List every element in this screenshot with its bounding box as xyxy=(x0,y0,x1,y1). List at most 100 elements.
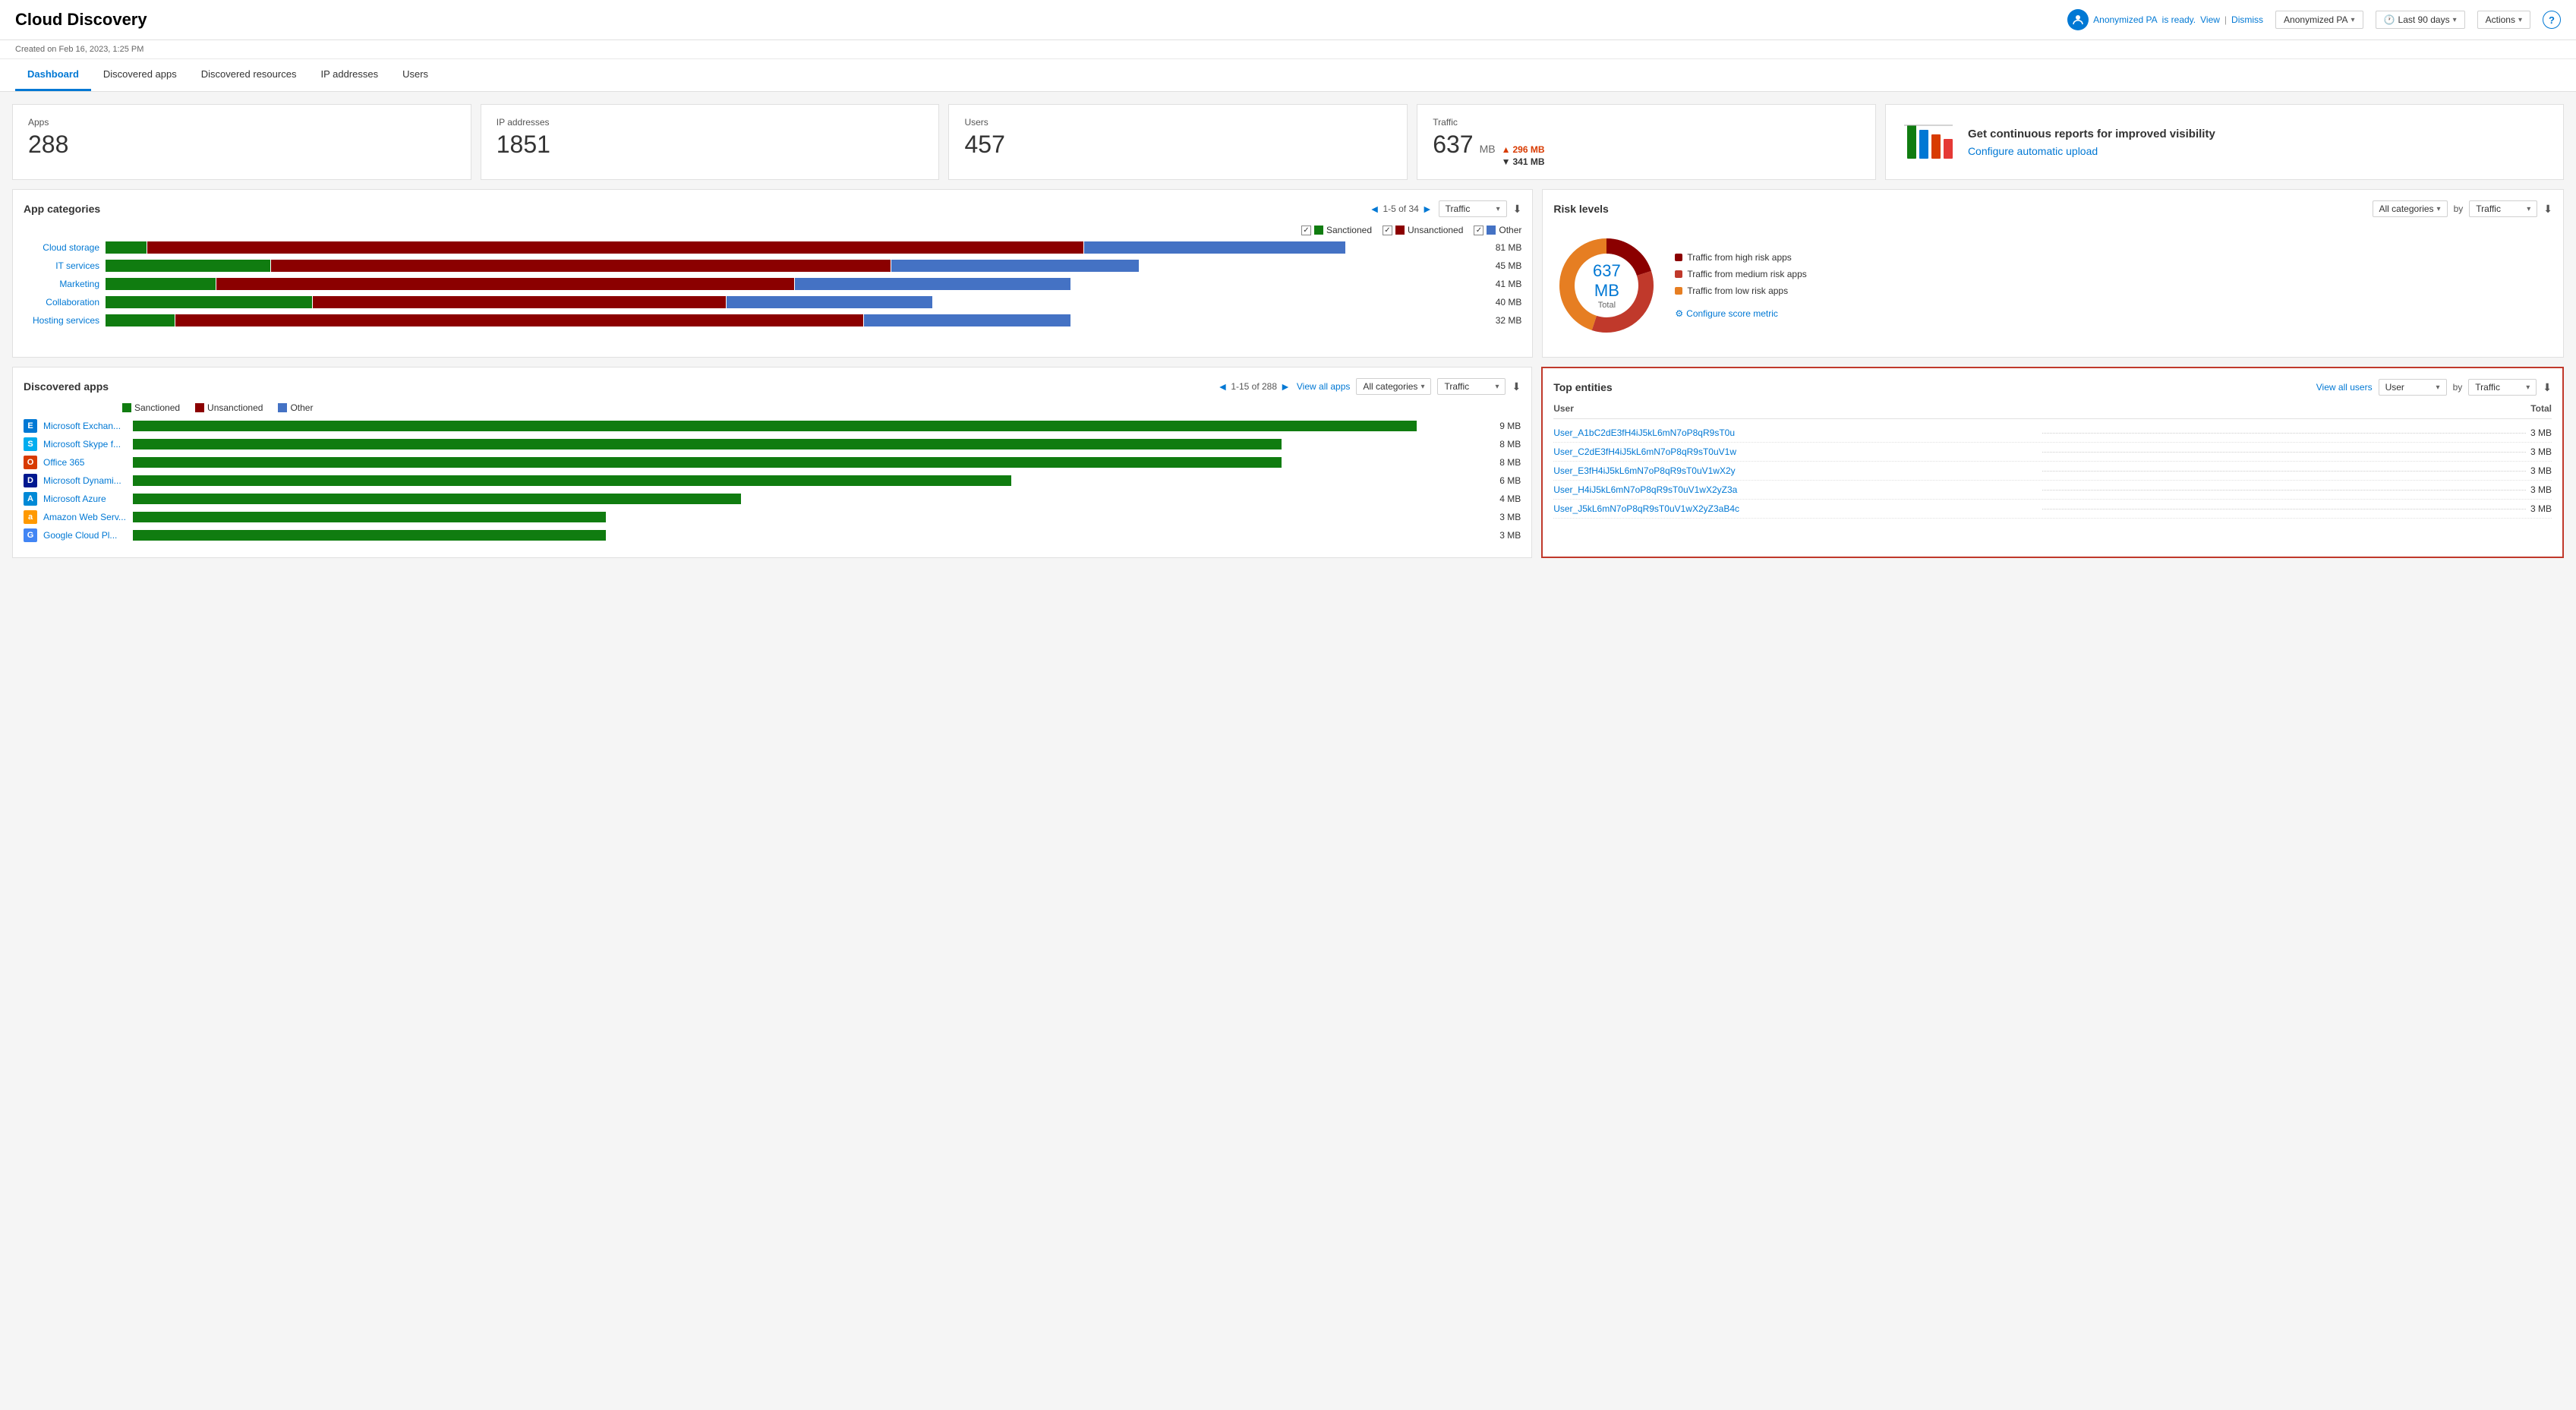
app-icon-6: G xyxy=(24,528,37,542)
legend-unsanctioned: ✓ Unsanctioned xyxy=(1383,225,1463,235)
donut-center: 637 MB Total xyxy=(1580,261,1633,310)
sanctioned-checkbox[interactable]: ✓ xyxy=(1301,226,1311,235)
app-bar-6 xyxy=(133,530,1484,541)
entity-value-3: 3 MB xyxy=(2530,484,2552,495)
app-name-6[interactable]: Google Cloud Pl... xyxy=(43,530,127,541)
da-metric-dropdown[interactable]: Traffic ▾ xyxy=(1437,378,1506,395)
notification-badge: Anonymized PA is ready. View | Dismiss xyxy=(2067,9,2263,30)
discovered-apps-panel: Discovered apps ◄ 1-15 of 288 ► View all… xyxy=(12,367,1532,558)
app-cat-label-3[interactable]: Collaboration xyxy=(24,297,99,308)
app-name-5[interactable]: Amazon Web Serv... xyxy=(43,512,127,522)
app-categories-download-icon[interactable]: ⬇ xyxy=(1513,203,1522,216)
app-cat-label-4[interactable]: Hosting services xyxy=(24,315,99,326)
bar-container-0 xyxy=(106,241,1481,254)
other-checkmark: ✓ xyxy=(1476,226,1482,235)
entity-value-2: 3 MB xyxy=(2530,465,2552,476)
prev-page-icon[interactable]: ◄ xyxy=(1370,203,1380,215)
entity-name-2[interactable]: User_E3fH4iJ5kL6mN7oP8qR9sT0uV1wX2y xyxy=(1553,465,2037,476)
entity-dots-3 xyxy=(2042,490,2526,491)
stat-card-ip: IP addresses 1851 xyxy=(481,104,940,180)
entity-name-4[interactable]: User_J5kL6mN7oP8qR9sT0uV1wX2yZ3aB4c xyxy=(1553,503,2037,514)
sanctioned-color xyxy=(1314,226,1323,235)
notification-view-link[interactable]: View xyxy=(2200,14,2220,25)
configure-upload-link[interactable]: Configure automatic upload xyxy=(1968,145,2215,157)
risk-low-label: Traffic from low risk apps xyxy=(1687,285,1788,296)
app-name-0[interactable]: Microsoft Exchan... xyxy=(43,421,127,431)
top-entities-title: Top entities xyxy=(1553,381,1613,393)
configure-score-link[interactable]: ⚙ Configure score metric xyxy=(1675,308,1806,319)
app-row-4: AMicrosoft Azure4 MB xyxy=(24,492,1521,506)
risk-low-item: Traffic from low risk apps xyxy=(1675,285,1806,296)
notification-report: Anonymized PA xyxy=(2093,14,2158,25)
app-name-2[interactable]: Office 365 xyxy=(43,457,127,468)
risk-category-dropdown[interactable]: All categories ▾ xyxy=(2373,200,2448,217)
unsanctioned-checkbox[interactable]: ✓ xyxy=(1383,226,1392,235)
entity-value-1: 3 MB xyxy=(2530,446,2552,457)
risk-high-item: Traffic from high risk apps xyxy=(1675,252,1806,263)
notification-dismiss-link[interactable]: Dismiss xyxy=(2231,14,2263,25)
da-next-icon[interactable]: ► xyxy=(1280,380,1291,393)
tab-discovered-apps[interactable]: Discovered apps xyxy=(91,59,189,91)
app-row-1: SMicrosoft Skype f...8 MB xyxy=(24,437,1521,451)
view-all-apps-link[interactable]: View all apps xyxy=(1297,381,1351,392)
bar-seg-sanctioned-2 xyxy=(106,278,216,290)
view-all-users-link[interactable]: View all users xyxy=(2316,382,2373,393)
help-button[interactable]: ? xyxy=(2543,11,2561,29)
app-cat-label-2[interactable]: Marketing xyxy=(24,279,99,289)
app-bar-4 xyxy=(133,494,1484,504)
header-left: Cloud Discovery xyxy=(15,10,147,30)
app-name-4[interactable]: Microsoft Azure xyxy=(43,494,127,504)
risk-metric-dropdown[interactable]: Traffic ▾ xyxy=(2469,200,2537,217)
entity-metric-dropdown[interactable]: Traffic ▾ xyxy=(2468,379,2537,396)
da-category-dropdown[interactable]: All categories ▾ xyxy=(1356,378,1431,395)
ip-value: 1851 xyxy=(497,131,924,159)
entity-type-dropdown[interactable]: User ▾ xyxy=(2379,379,2447,396)
risk-download-icon[interactable]: ⬇ xyxy=(2543,203,2552,216)
tab-discovered-resources[interactable]: Discovered resources xyxy=(189,59,309,91)
actions-label: Actions xyxy=(2486,14,2515,25)
entity-name-3[interactable]: User_H4iJ5kL6mN7oP8qR9sT0uV1wX2yZ3a xyxy=(1553,484,2037,495)
donut-chart: 637 MB Total xyxy=(1553,232,1660,339)
app-cat-label-1[interactable]: IT services xyxy=(24,260,99,271)
da-legend-unsanctioned: Unsanctioned xyxy=(195,402,263,413)
entities-download-icon[interactable]: ⬇ xyxy=(2543,381,2552,394)
next-page-icon[interactable]: ► xyxy=(1422,203,1433,215)
entity-name-1[interactable]: User_C2dE3fH4iJ5kL6mN7oP8qR9sT0uV1w xyxy=(1553,446,2037,457)
app-categories-controls: ◄ 1-5 of 34 ► Traffic ▾ ⬇ xyxy=(1370,200,1522,217)
other-checkbox[interactable]: ✓ xyxy=(1474,226,1483,235)
bar-seg-other-0 xyxy=(1084,241,1345,254)
risk-metric-label: Traffic xyxy=(2476,203,2501,214)
app-name-3[interactable]: Microsoft Dynami... xyxy=(43,475,127,486)
bar-container-2 xyxy=(106,278,1481,290)
entity-name-0[interactable]: User_A1bC2dE3fH4iJ5kL6mN7oP8qR9sT0u xyxy=(1553,427,2037,438)
tab-dashboard[interactable]: Dashboard xyxy=(15,59,91,91)
app-categories-panel: App categories ◄ 1-5 of 34 ► Traffic ▾ ⬇ xyxy=(12,189,1533,358)
time-range-dropdown[interactable]: 🕐 Last 90 days ▾ xyxy=(2376,11,2465,29)
report-dropdown-label: Anonymized PA xyxy=(2284,14,2348,25)
app-categories-metric-dropdown[interactable]: Traffic ▾ xyxy=(1439,200,1507,217)
col-total-header: Total xyxy=(2530,403,2552,414)
app-name-1[interactable]: Microsoft Skype f... xyxy=(43,439,127,449)
upload-arrow-icon: ▲ xyxy=(1502,144,1511,155)
entity-row-0: User_A1bC2dE3fH4iJ5kL6mN7oP8qR9sT0u3 MB xyxy=(1553,424,2552,443)
app-val-1: 8 MB xyxy=(1490,439,1521,449)
app-bar-1 xyxy=(133,439,1484,449)
ip-label: IP addresses xyxy=(497,117,924,128)
stat-card-traffic: Traffic 637 MB ▲ 296 MB ▼ 341 MB xyxy=(1417,104,1876,180)
metric-label: Traffic xyxy=(1446,203,1471,214)
stats-row: Apps 288 IP addresses 1851 Users 457 Tra… xyxy=(12,104,2564,180)
actions-dropdown[interactable]: Actions ▾ xyxy=(2477,11,2530,29)
report-dropdown[interactable]: Anonymized PA ▾ xyxy=(2275,11,2363,29)
app-cat-label-0[interactable]: Cloud storage xyxy=(24,242,99,253)
da-download-icon[interactable]: ⬇ xyxy=(1512,380,1521,393)
pagination-text: 1-5 of 34 xyxy=(1383,203,1418,214)
tab-ip-addresses[interactable]: IP addresses xyxy=(308,59,390,91)
main-content: Apps 288 IP addresses 1851 Users 457 Tra… xyxy=(0,92,2576,570)
da-prev-icon[interactable]: ◄ xyxy=(1217,380,1228,393)
bar-seg-unsanctioned-1 xyxy=(271,260,891,272)
legend-other: ✓ Other xyxy=(1474,225,1521,235)
app-icon-5: a xyxy=(24,510,37,524)
tab-users[interactable]: Users xyxy=(390,59,440,91)
risk-levels-header: Risk levels All categories ▾ by Traffic … xyxy=(1553,200,2552,217)
users-label: Users xyxy=(964,117,1392,128)
